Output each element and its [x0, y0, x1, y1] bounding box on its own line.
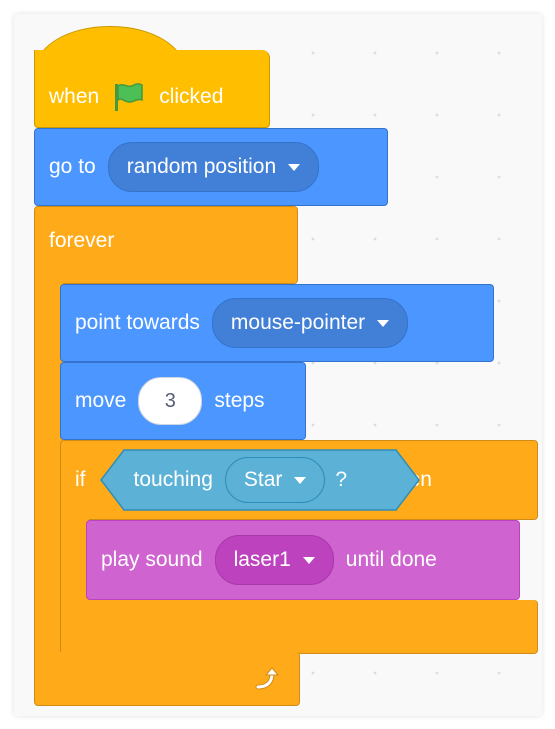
- point-towards-block[interactable]: point towards mouse-pointer: [60, 284, 494, 362]
- play-sound-label: play sound: [101, 548, 203, 571]
- forever-label: forever: [49, 229, 115, 252]
- chevron-down-icon: [377, 319, 390, 327]
- point-towards-dropdown[interactable]: mouse-pointer: [211, 298, 409, 348]
- code-area: when clicked go to random position forev…: [14, 14, 542, 716]
- go-to-label: go to: [49, 155, 96, 178]
- steps-label: steps: [214, 389, 265, 412]
- if-block-arm[interactable]: [60, 518, 89, 600]
- move-steps-block[interactable]: move 3 steps: [60, 362, 306, 440]
- loop-arrow-icon: [253, 666, 279, 692]
- when-flag-clicked-block[interactable]: when clicked: [34, 50, 270, 128]
- sound-dropdown[interactable]: laser1: [214, 535, 334, 585]
- chevron-down-icon: [288, 163, 301, 171]
- when-label: when: [49, 84, 100, 108]
- green-flag-icon: [111, 81, 145, 113]
- forever-block-bottom[interactable]: [34, 652, 300, 706]
- forever-block[interactable]: forever: [34, 206, 298, 284]
- point-towards-label: point towards: [75, 311, 200, 334]
- touching-target-dropdown[interactable]: Star: [224, 457, 326, 503]
- clicked-label: clicked: [159, 84, 224, 108]
- go-to-target-value: random position: [126, 155, 277, 178]
- steps-input[interactable]: 3: [138, 377, 203, 425]
- play-sound-block[interactable]: play sound laser1 until done: [86, 520, 520, 600]
- question-mark: ?: [335, 468, 348, 491]
- forever-block-arm[interactable]: [34, 282, 63, 654]
- touching-label: touching: [133, 468, 213, 491]
- touching-target-value: Star: [243, 468, 283, 491]
- if-then-block[interactable]: if touching Star ? then: [60, 440, 538, 520]
- touching-block[interactable]: touching Star ?: [99, 449, 420, 511]
- if-block-bottom[interactable]: [60, 600, 538, 654]
- if-label: if: [75, 468, 86, 491]
- chevron-down-icon: [302, 556, 315, 564]
- go-to-target-dropdown[interactable]: random position: [107, 142, 320, 192]
- point-towards-value: mouse-pointer: [230, 311, 366, 334]
- until-done-label: until done: [345, 548, 437, 571]
- sound-value: laser1: [233, 548, 291, 571]
- chevron-down-icon: [294, 476, 307, 484]
- go-to-block[interactable]: go to random position: [34, 128, 388, 206]
- move-label: move: [75, 389, 127, 412]
